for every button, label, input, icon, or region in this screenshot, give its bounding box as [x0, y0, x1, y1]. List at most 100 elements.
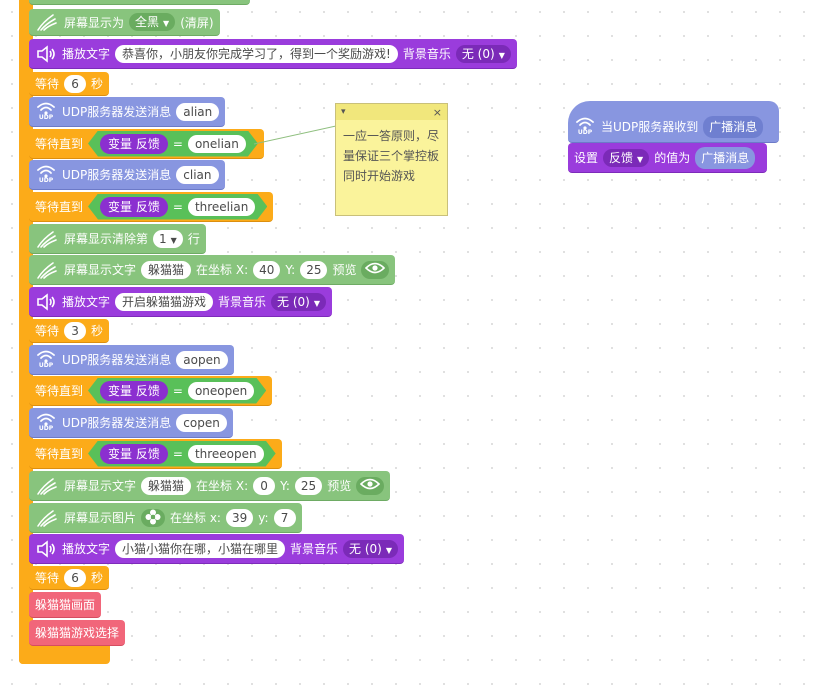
equals-sign: = [172, 136, 183, 151]
bg-music-dropdown[interactable]: 无 (0) ▼ [455, 44, 511, 63]
coord-x-input[interactable]: 39 [225, 508, 254, 527]
wait-block[interactable]: 等待 6 秒 [29, 566, 110, 590]
variable-reporter[interactable]: 变量 反馈 [100, 134, 168, 154]
variable-reporter[interactable]: 变量 反馈 [100, 197, 168, 217]
display-text-input[interactable]: 躲猫猫 [141, 476, 192, 495]
bg-music-dropdown[interactable]: 无 (0) ▼ [271, 292, 327, 311]
block-unit: 秒 [91, 571, 104, 585]
coord-y-label: Y: [280, 478, 290, 493]
line-number-dropdown[interactable]: 1 ▼ [153, 229, 183, 248]
block-label: 等待直到 [35, 447, 84, 461]
udp-send-block[interactable]: UDP UDP服务器发送消息 aopen [29, 345, 234, 375]
screen-text-block[interactable]: 屏幕显示文字 躲猫猫 在坐标 X: 40 Y: 25 预览 [29, 255, 396, 285]
block-label: 等待 [35, 324, 60, 338]
wait-until-block[interactable]: 等待直到 变量 反馈 = threeopen [29, 439, 282, 469]
wait-seconds-input[interactable]: 6 [64, 568, 87, 587]
wait-until-block[interactable]: 等待直到 变量 反馈 = onelian [29, 129, 264, 159]
equals-operator[interactable]: 变量 反馈 = threelian [88, 194, 267, 220]
block-label: 播放文字 [62, 47, 111, 61]
equals-operator[interactable]: 变量 反馈 = threeopen [88, 441, 276, 467]
udp-send-block[interactable]: UDP UDP服务器发送消息 clian [29, 160, 225, 190]
udp-message-input[interactable]: aopen [176, 350, 228, 369]
flower-image-icon[interactable] [141, 508, 166, 527]
wait-until-block[interactable]: 等待直到 变量 反馈 = threelian [29, 192, 274, 222]
variable-reporter[interactable]: 变量 反馈 [100, 381, 168, 401]
screen-display-block[interactable]: 屏幕显示为 全黑 ▼ (清屏) [29, 9, 220, 36]
coord-x-input[interactable]: 40 [253, 260, 281, 279]
set-variable-block[interactable]: 设置 反馈 ▼ 的值为 广播消息 [568, 143, 767, 173]
wait-block[interactable]: 等待 6 秒 [29, 72, 110, 96]
equals-sign: = [172, 199, 183, 214]
udp-message-input[interactable]: alian [176, 102, 220, 121]
equals-operator[interactable]: 变量 反馈 = oneopen [88, 378, 266, 404]
screen-text-block[interactable]: 屏幕显示文字 躲猫猫 在坐标 X: 0 Y: 25 预览 [29, 471, 391, 501]
close-icon[interactable]: × [433, 106, 442, 119]
block-label: 屏幕显示清除第 [64, 232, 149, 246]
speech-text-input[interactable]: 小猫小猫你在哪，小猫在哪里 [115, 539, 286, 558]
wifi-icon: UDP [35, 413, 57, 432]
procedure-call-block[interactable]: 躲猫猫画面 [29, 592, 102, 618]
bg-music-label: 背景音乐 [218, 295, 267, 309]
block-label: 屏幕显示文字 [64, 479, 137, 493]
comment-connector [253, 125, 337, 145]
udp-send-block[interactable]: UDP UDP服务器发送消息 copen [29, 408, 233, 438]
wait-until-block[interactable]: 等待直到 变量 反馈 = oneopen [29, 376, 273, 406]
screen-brush-icon [37, 230, 57, 248]
procedure-label: 躲猫猫游戏选择 [35, 626, 120, 640]
speech-text-input[interactable]: 恭喜你，小朋友你完成学习了，得到一个奖励游戏! [115, 44, 398, 63]
screen-brush-icon [37, 14, 57, 31]
comment-text[interactable]: 一应一答原则，尽量保证三个掌控板同时开始游戏 [336, 120, 447, 192]
coord-x-label: 在坐标 x: [170, 511, 221, 525]
eye-icon[interactable] [361, 260, 390, 279]
wait-block[interactable]: 等待 3 秒 [29, 319, 110, 343]
udp-send-block[interactable]: UDP UDP服务器发送消息 alian [29, 97, 226, 127]
screen-clear-line-block[interactable]: 屏幕显示清除第 1 ▼ 行 [29, 224, 206, 254]
coord-y-label: Y: [285, 262, 296, 277]
wait-seconds-input[interactable]: 6 [64, 74, 87, 93]
compare-value-input[interactable]: threeopen [188, 445, 264, 463]
screen-brush-icon [37, 477, 57, 495]
display-text-input[interactable]: 躲猫猫 [141, 260, 192, 279]
play-text-block[interactable]: 播放文字 开启躲猫猫游戏 背景音乐 无 (0) ▼ [29, 287, 333, 317]
play-text-block[interactable]: 播放文字 恭喜你，小朋友你完成学习了，得到一个奖励游戏! 背景音乐 无 (0) ▼ [29, 39, 517, 69]
compare-value-input[interactable]: threelian [188, 198, 255, 216]
compare-value-input[interactable]: onelian [188, 135, 246, 153]
procedure-call-block[interactable]: 躲猫猫游戏选择 [29, 620, 126, 646]
variable-reporter[interactable]: 变量 反馈 [100, 444, 168, 464]
block-label: 等待直到 [35, 137, 84, 151]
collapse-icon[interactable]: ▾ [341, 107, 346, 117]
variable-dropdown[interactable]: 反馈 ▼ [603, 148, 650, 167]
bg-music-dropdown[interactable]: 无 (0) ▼ [343, 539, 399, 558]
udp-receive-hat-block[interactable]: UDP 当UDP服务器收到 广播消息 [568, 101, 779, 143]
speech-text-input[interactable]: 开启躲猫猫游戏 [115, 292, 214, 311]
bg-music-label: 背景音乐 [402, 47, 451, 61]
broadcast-message-reporter[interactable]: 广播消息 [695, 146, 756, 169]
screen-color-dropdown[interactable]: 全黑 ▼ [129, 13, 176, 31]
hat-label: 当UDP服务器收到 [601, 120, 699, 134]
block-unit: 秒 [91, 324, 104, 338]
wifi-icon: UDP [35, 350, 57, 369]
comment-note[interactable]: ▾ × 一应一答原则，尽量保证三个掌控板同时开始游戏 [335, 103, 448, 216]
coord-x-label: 在坐标 X: [196, 479, 249, 493]
equals-operator[interactable]: 变量 反馈 = onelian [88, 131, 258, 157]
wifi-icon: UDP [574, 117, 596, 136]
eye-icon[interactable] [356, 476, 385, 495]
udp-message-input[interactable]: clian [176, 165, 219, 184]
wifi-icon: UDP [35, 102, 57, 121]
screen-image-block[interactable]: 屏幕显示图片 在坐标 x: 39 y: 7 [29, 503, 302, 533]
coord-y-input[interactable]: 7 [273, 508, 296, 527]
procedure-label: 躲猫猫画面 [35, 598, 96, 612]
coord-x-input[interactable]: 0 [253, 476, 276, 495]
coord-y-input[interactable]: 25 [294, 476, 323, 495]
block-label: 等待直到 [35, 384, 84, 398]
broadcast-message-reporter[interactable]: 广播消息 [703, 115, 764, 138]
coord-y-input[interactable]: 25 [300, 260, 328, 279]
play-text-block[interactable]: 播放文字 小猫小猫你在哪，小猫在哪里 背景音乐 无 (0) ▼ [29, 534, 405, 564]
block-suffix: 行 [187, 232, 200, 246]
coord-x-label: 在坐标 X: [196, 263, 249, 277]
udp-message-input[interactable]: copen [176, 413, 227, 432]
compare-value-input[interactable]: oneopen [188, 382, 254, 400]
wait-seconds-input[interactable]: 3 [64, 321, 87, 340]
wifi-icon: UDP [35, 165, 57, 184]
screen-brush-icon [37, 509, 57, 527]
